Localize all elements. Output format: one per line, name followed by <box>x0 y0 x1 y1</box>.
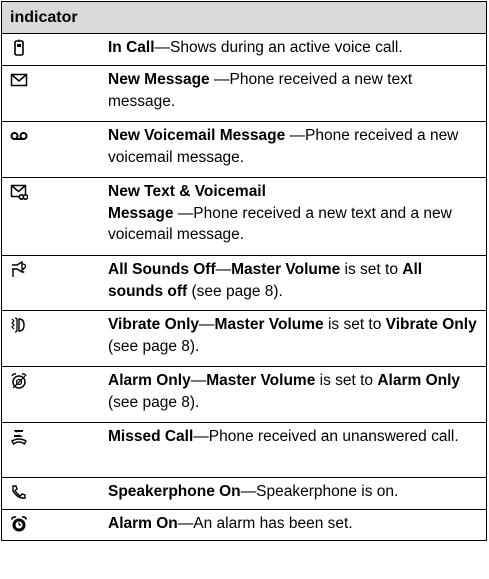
row-description: New Message —Phone received a new text m… <box>108 71 413 110</box>
row-description: New Text & Voicemail Message —Phone rece… <box>108 183 452 243</box>
alarm-on-icon <box>10 516 28 532</box>
table-row: Alarm On—An alarm has been set. <box>2 510 486 541</box>
row-term: All Sounds Off <box>108 261 216 278</box>
row-description: All Sounds Off—Master Volume is set to A… <box>108 261 423 300</box>
row-term: Missed Call <box>108 428 194 445</box>
row-setting: Master Volume <box>206 372 316 389</box>
row-term: Speakerphone On <box>108 483 241 500</box>
row-text: Speakerphone is on. <box>256 483 399 500</box>
row-description: In Call—Shows during an active voice cal… <box>108 39 403 56</box>
table-row: All Sounds Off—Master Volume is set to A… <box>2 256 486 311</box>
row-term: Alarm On <box>108 515 178 532</box>
row-value: Vibrate Only <box>385 316 477 333</box>
row-description: Alarm Only—Master Volume is set to Alarm… <box>108 372 461 411</box>
text-voicemail-icon <box>10 184 28 201</box>
row-description: Alarm On—An alarm has been set. <box>108 515 353 532</box>
row-description: Speakerphone On—Speakerphone is on. <box>108 483 399 500</box>
header-title: indicator <box>10 9 78 26</box>
table-row: New Voicemail Message —Phone received a … <box>2 122 486 178</box>
row-text: Phone received an unanswered call. <box>208 428 459 445</box>
table-row: New Message —Phone received a new text m… <box>2 66 486 122</box>
table-row: Vibrate Only—Master Volume is set to Vib… <box>2 311 486 367</box>
new-message-icon <box>10 73 28 87</box>
alarm-only-icon <box>11 373 27 389</box>
table-row: Speakerphone On—Speakerphone is on. <box>2 478 486 510</box>
row-term: New Message <box>108 71 210 88</box>
voicemail-icon <box>10 132 28 140</box>
table-header: indicator <box>2 2 486 34</box>
table-row: Missed Call—Phone received an unanswered… <box>2 423 486 478</box>
indicator-table: indicator In Call—Shows during an active… <box>1 1 487 541</box>
row-description: Missed Call—Phone received an unanswered… <box>108 428 459 445</box>
row-description: Vibrate Only—Master Volume is set to Vib… <box>108 316 477 355</box>
speakerphone-icon <box>12 485 26 499</box>
row-term: New Voicemail Message <box>108 127 286 144</box>
all-sounds-off-icon <box>12 261 27 277</box>
vibrate-only-icon <box>11 317 25 333</box>
row-term: Message <box>108 204 174 222</box>
table-row: In Call—Shows during an active voice cal… <box>2 34 486 66</box>
row-setting: Master Volume <box>214 316 324 333</box>
in-call-icon <box>14 39 24 56</box>
row-setting: Master Volume <box>231 261 341 278</box>
table-row: New Text & Voicemail Message —Phone rece… <box>2 178 486 256</box>
row-term: In Call <box>108 39 155 56</box>
row-term: Vibrate Only <box>108 316 200 333</box>
row-term: New Text & Voicemail <box>108 183 266 200</box>
row-term: Alarm Only <box>108 372 191 389</box>
row-value: Alarm Only <box>377 372 461 389</box>
row-description: New Voicemail Message —Phone received a … <box>108 127 459 166</box>
row-text: An alarm has been set. <box>193 515 353 532</box>
table-row: Alarm Only—Master Volume is set to Alarm… <box>2 367 486 423</box>
row-text: Shows during an active voice call. <box>170 39 403 56</box>
missed-call-icon <box>11 430 27 445</box>
